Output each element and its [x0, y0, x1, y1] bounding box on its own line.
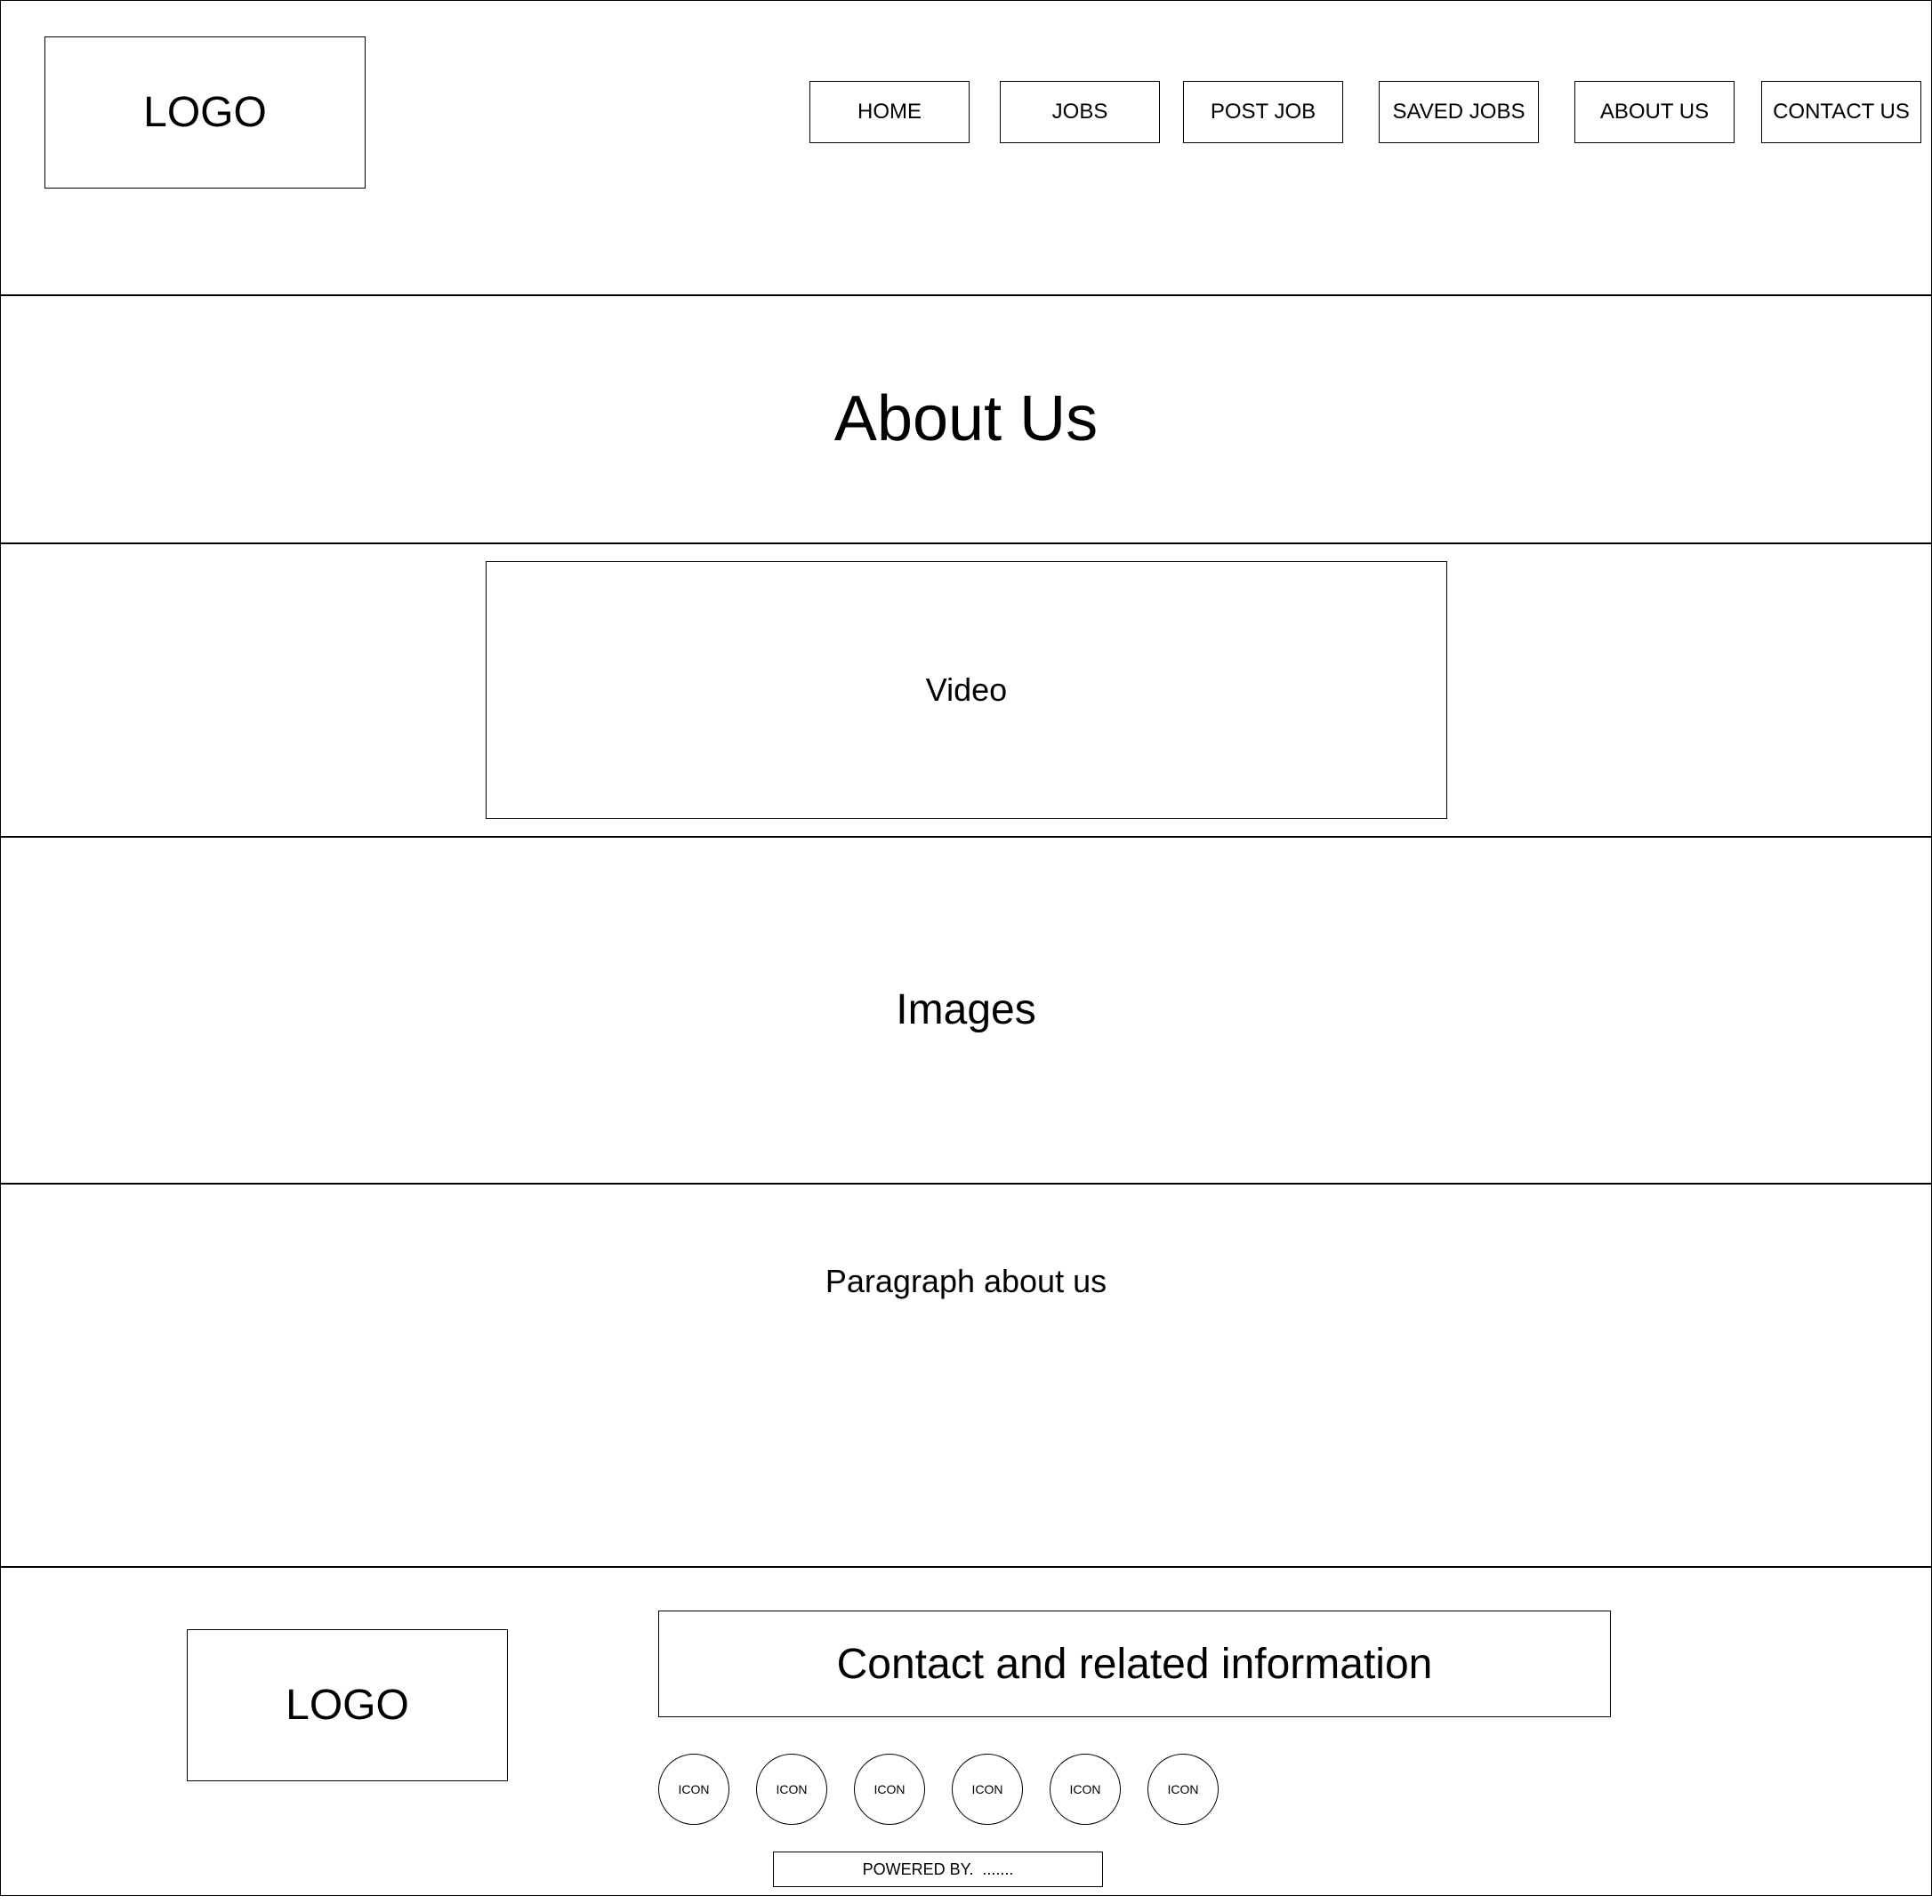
nav-about-us-label: ABOUT US: [1599, 100, 1710, 124]
social-icon-6-label: ICON: [1167, 1782, 1199, 1796]
nav-post-job-button[interactable]: POST JOB: [1183, 81, 1343, 143]
footer-logo-text: LOGO: [286, 1682, 409, 1729]
paragraph-section: Paragraph about us: [0, 1184, 1932, 1567]
images-section: Images: [0, 837, 1932, 1184]
nav-saved-jobs-button[interactable]: SAVED JOBS: [1379, 81, 1539, 143]
header-logo-text: LOGO: [143, 89, 267, 136]
video-label: Video: [925, 671, 1008, 708]
powered-by-text: POWERED BY. .......: [862, 1860, 1014, 1878]
page-title: About Us: [833, 383, 1099, 454]
footer-logo[interactable]: LOGO: [187, 1629, 508, 1781]
nav-jobs-button[interactable]: JOBS: [1000, 81, 1160, 143]
nav-saved-jobs-label: SAVED JOBS: [1392, 100, 1525, 124]
social-icon-1[interactable]: ICON: [658, 1754, 729, 1825]
nav-post-job-label: POST JOB: [1210, 100, 1316, 124]
social-icon-3[interactable]: ICON: [854, 1754, 925, 1825]
contact-info-box: Contact and related information: [658, 1611, 1611, 1717]
nav-contact-us-button[interactable]: CONTACT US: [1761, 81, 1921, 143]
social-icon-5[interactable]: ICON: [1050, 1754, 1121, 1825]
hero-section: About Us: [0, 295, 1932, 543]
social-icon-2-label: ICON: [776, 1782, 808, 1796]
social-icon-5-label: ICON: [1069, 1782, 1101, 1796]
video-player[interactable]: Video: [486, 561, 1447, 819]
header-logo[interactable]: LOGO: [44, 36, 366, 189]
social-icon-6[interactable]: ICON: [1147, 1754, 1219, 1825]
nav-about-us-button[interactable]: ABOUT US: [1574, 81, 1735, 143]
nav-home-label: HOME: [857, 100, 922, 124]
images-label: Images: [896, 986, 1036, 1033]
social-icon-4[interactable]: ICON: [952, 1754, 1023, 1825]
nav-contact-us-label: CONTACT US: [1773, 100, 1910, 124]
paragraph-about-us: Paragraph about us: [825, 1263, 1107, 1299]
nav-jobs-label: JOBS: [1051, 100, 1108, 124]
nav-home-button[interactable]: HOME: [809, 81, 970, 143]
powered-by-box: POWERED BY. .......: [773, 1852, 1103, 1887]
contact-info-text: Contact and related information: [836, 1640, 1433, 1688]
social-icon-2[interactable]: ICON: [756, 1754, 827, 1825]
social-icon-3-label: ICON: [873, 1782, 906, 1796]
social-icon-4-label: ICON: [971, 1782, 1003, 1796]
social-icon-1-label: ICON: [678, 1782, 710, 1796]
